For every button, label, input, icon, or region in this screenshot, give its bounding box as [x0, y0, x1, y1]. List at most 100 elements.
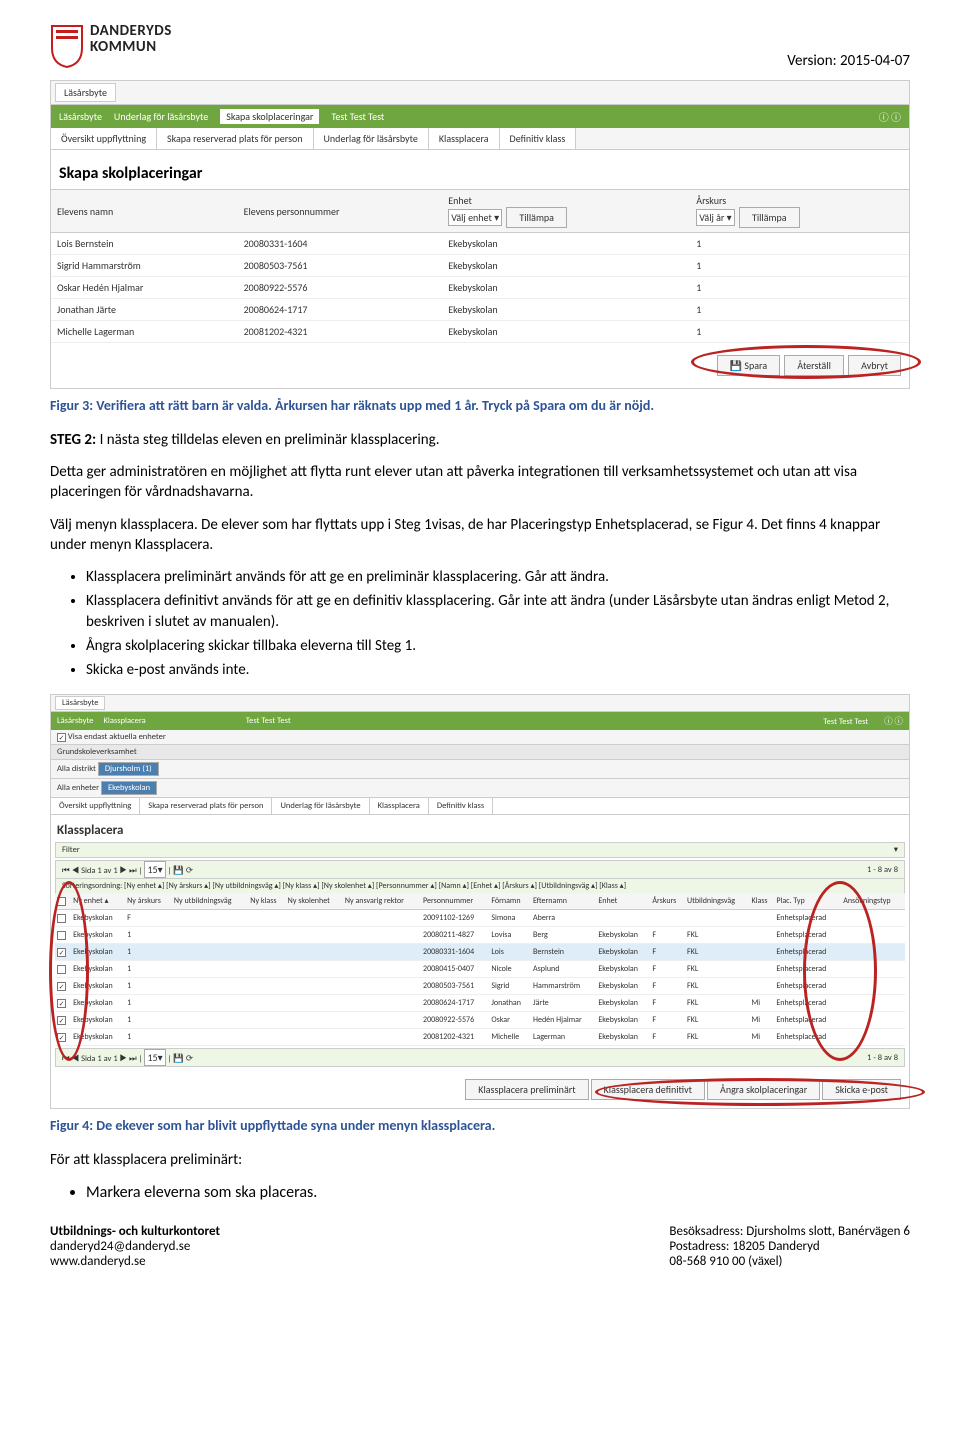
col-pnr: Elevens personnummer [238, 190, 443, 233]
table-row[interactable]: Ekebyskolan120080211-4827LovisaBergEkeby… [55, 927, 905, 944]
perpage-select[interactable]: 15▾ [144, 861, 165, 878]
logo: DANDERYDS KOMMUN [50, 24, 172, 68]
enhet-select[interactable]: Välj enhet ▾ [448, 209, 502, 226]
subtab[interactable]: Skapa reserverad plats för person [157, 128, 313, 149]
action-button[interactable]: Klassplacera definitivt [591, 1079, 705, 1100]
enhet-chip[interactable]: Ekebyskolan [101, 781, 157, 795]
subtab[interactable]: Översikt uppflyttning [51, 128, 157, 149]
figure-caption-4: Figur 4: De ekever som har blivit uppfly… [50, 1117, 910, 1136]
klassplacera-table: Ny enhet ▴Ny årskursNy utbildningsvägNy … [55, 893, 905, 1046]
distrikt-row: Alla distrikt Djursholm (1) [51, 760, 909, 779]
col-header: Plac. Typ [774, 893, 841, 910]
paragraph: Detta ger administratören en möjlighet a… [50, 462, 910, 503]
apply-button[interactable]: Tillämpa [739, 207, 800, 228]
document-footer: Utbildnings- och kulturkontoret danderyd… [50, 1224, 910, 1269]
col-header: Ansökningstyp [841, 893, 905, 910]
breadcrumb-item[interactable]: Läsårsbyte [59, 110, 102, 123]
checkbox[interactable]: ✓ [57, 733, 66, 742]
window-tab[interactable]: Läsårsbyte [55, 696, 105, 710]
filter-bar[interactable]: Filter▾ [55, 842, 905, 858]
list-item: Markera eleverna som ska placeras. [86, 1183, 910, 1202]
step-2-text: STEG 2: I nästa steg tilldelas eleven en… [50, 430, 910, 450]
info-icon[interactable]: ⓘ ⓘ [879, 109, 901, 124]
action-button[interactable]: Ångra skolplaceringar [707, 1079, 820, 1100]
chevron-down-icon: ▾ [894, 845, 898, 855]
table-row[interactable]: ✓Ekebyskolan120080331-1604LoisBernsteinE… [55, 944, 905, 961]
subtab[interactable]: Klassplacera [429, 128, 500, 149]
action-button[interactable]: Klassplacera preliminärt [465, 1079, 588, 1100]
col-header: Klass [749, 893, 774, 910]
table-row: Michelle Lagerman20081202-4321Ekebyskola… [51, 321, 909, 343]
action-row: 💾 Spara Återställ Avbryt [51, 343, 909, 388]
col-enhet: Enhet Välj enhet ▾ Tillämpa [442, 190, 690, 233]
breadcrumb-bar: Läsårsbyte Underlag för läsårsbyte Skapa… [51, 105, 909, 128]
breadcrumb-item[interactable]: Klassplacera [103, 716, 145, 726]
subtab-bar: Översikt uppflyttningSkapa reserverad pl… [51, 128, 909, 150]
checkbox[interactable] [57, 914, 66, 923]
subtab[interactable]: Underlag för läsårsbyte [272, 798, 369, 814]
breadcrumb-item[interactable]: Läsårsbyte [57, 716, 93, 726]
table-row: Lois Bernstein20080331-1604Ekebyskolan1 [51, 233, 909, 255]
checkbox[interactable]: ✓ [57, 982, 66, 991]
subtab[interactable]: Definitiv klass [429, 798, 493, 814]
reset-button[interactable]: Återställ [784, 355, 843, 376]
total-info: 1 - 8 av 8 [867, 865, 898, 875]
checkbox[interactable]: ✓ [57, 1016, 66, 1025]
checkbox[interactable]: ✓ [57, 1033, 66, 1042]
document-header: DANDERYDS KOMMUN Version: 2015-04-07 [50, 0, 910, 80]
info-icon[interactable]: ⓘ ⓘ [884, 717, 903, 727]
version-label: Version: 2015-04-07 [787, 52, 910, 70]
table-row[interactable]: ✓Ekebyskolan120080624-1717JonathanJärteE… [55, 995, 905, 1012]
action-button[interactable]: Skicka e-post [822, 1079, 901, 1100]
checkbox[interactable] [57, 965, 66, 974]
screenshot-skapa-skolplaceringar: Läsårsbyte Läsårsbyte Underlag för läsår… [50, 80, 910, 389]
footer-line: www.danderyd.se [50, 1254, 220, 1269]
arskurs-select[interactable]: Välj år ▾ [696, 209, 734, 226]
cancel-button[interactable]: Avbryt [848, 355, 901, 376]
table-row: Oskar Hedén Hjalmar20080922-5576Ekebysko… [51, 277, 909, 299]
footer-line: Besöksadress: Djursholms slott, Banérväg… [669, 1224, 910, 1239]
sort-row: Sorteringsordning: [Ny enhet ▴] [Ny årsk… [55, 879, 905, 893]
logo-text-2: KOMMUN [90, 40, 172, 56]
col-arskurs: Årskurs Välj år ▾ Tillämpa [690, 190, 909, 233]
checkbox[interactable]: ✓ [57, 948, 66, 957]
breadcrumb-current: Skapa skolplaceringar [220, 109, 319, 124]
figure-caption-3: Figur 3: Verifiera att rätt barn är vald… [50, 397, 910, 416]
paragraph: För att klassplacera preliminärt: [50, 1150, 910, 1170]
verksamhet-row: Grundskoleverksamhet [51, 745, 909, 760]
panel-title: Skapa skolplaceringar [51, 150, 909, 189]
table-row[interactable]: Ekebyskolan120080415-0407NicoleAsplundEk… [55, 961, 905, 978]
list-item: Klassplacera definitivt används för att … [86, 591, 910, 632]
distrikt-chip[interactable]: Djursholm (1) [98, 762, 159, 776]
save-button[interactable]: 💾 Spara [717, 355, 780, 376]
table-row: Jonathan Järte20080624-1717Ekebyskolan1 [51, 299, 909, 321]
subtab[interactable]: Klassplacera [370, 798, 429, 814]
col-header: Årskurs [650, 893, 685, 910]
col-header: Personnummer [421, 893, 489, 910]
user-name: Test Test Test [823, 717, 868, 727]
table-row[interactable]: EkebyskolanF20091102-1269SimonaAberraEnh… [55, 910, 905, 927]
action-row: Klassplacera preliminärtKlassplacera def… [51, 1069, 909, 1108]
window-tab[interactable]: Läsårsbyte [55, 83, 116, 102]
subtab[interactable]: Översikt uppflyttning [51, 798, 140, 814]
list-item: Klassplacera preliminärt används för att… [86, 567, 910, 587]
col-header: Enhet [596, 893, 650, 910]
pager: ⏮ ◀ Sida 1 av 1 ▶ ⏭ | 15▾ | 💾 ⟳ 1 - 8 av… [55, 860, 905, 879]
apply-button[interactable]: Tillämpa [506, 207, 567, 228]
subtab[interactable]: Underlag för läsårsbyte [314, 128, 429, 149]
checkbox[interactable]: ✓ [57, 999, 66, 1008]
checkbox[interactable] [57, 931, 66, 940]
col-header [55, 893, 71, 910]
breadcrumb-item[interactable]: Underlag för läsårsbyte [114, 110, 208, 123]
footer-line: Postadress: 18205 Danderyd [669, 1239, 910, 1254]
table-row[interactable]: ✓Ekebyskolan120080503-7561SigridHammarst… [55, 978, 905, 995]
subtab-bar: Översikt uppflyttningSkapa reserverad pl… [51, 798, 909, 815]
col-header: Efternamn [531, 893, 596, 910]
enheter-row: Alla enheter Ekebyskolan [51, 779, 909, 798]
table-row[interactable]: ✓Ekebyskolan120080922-5576OskarHedén Hja… [55, 1012, 905, 1029]
subtab[interactable]: Skapa reserverad plats för person [140, 798, 272, 814]
table-row: Sigrid Hammarström20080503-7561Ekebyskol… [51, 255, 909, 277]
table-row[interactable]: ✓Ekebyskolan120081202-4321MichelleLagerm… [55, 1029, 905, 1046]
subtab[interactable]: Definitiv klass [500, 128, 577, 149]
checkbox-all[interactable] [57, 897, 66, 906]
